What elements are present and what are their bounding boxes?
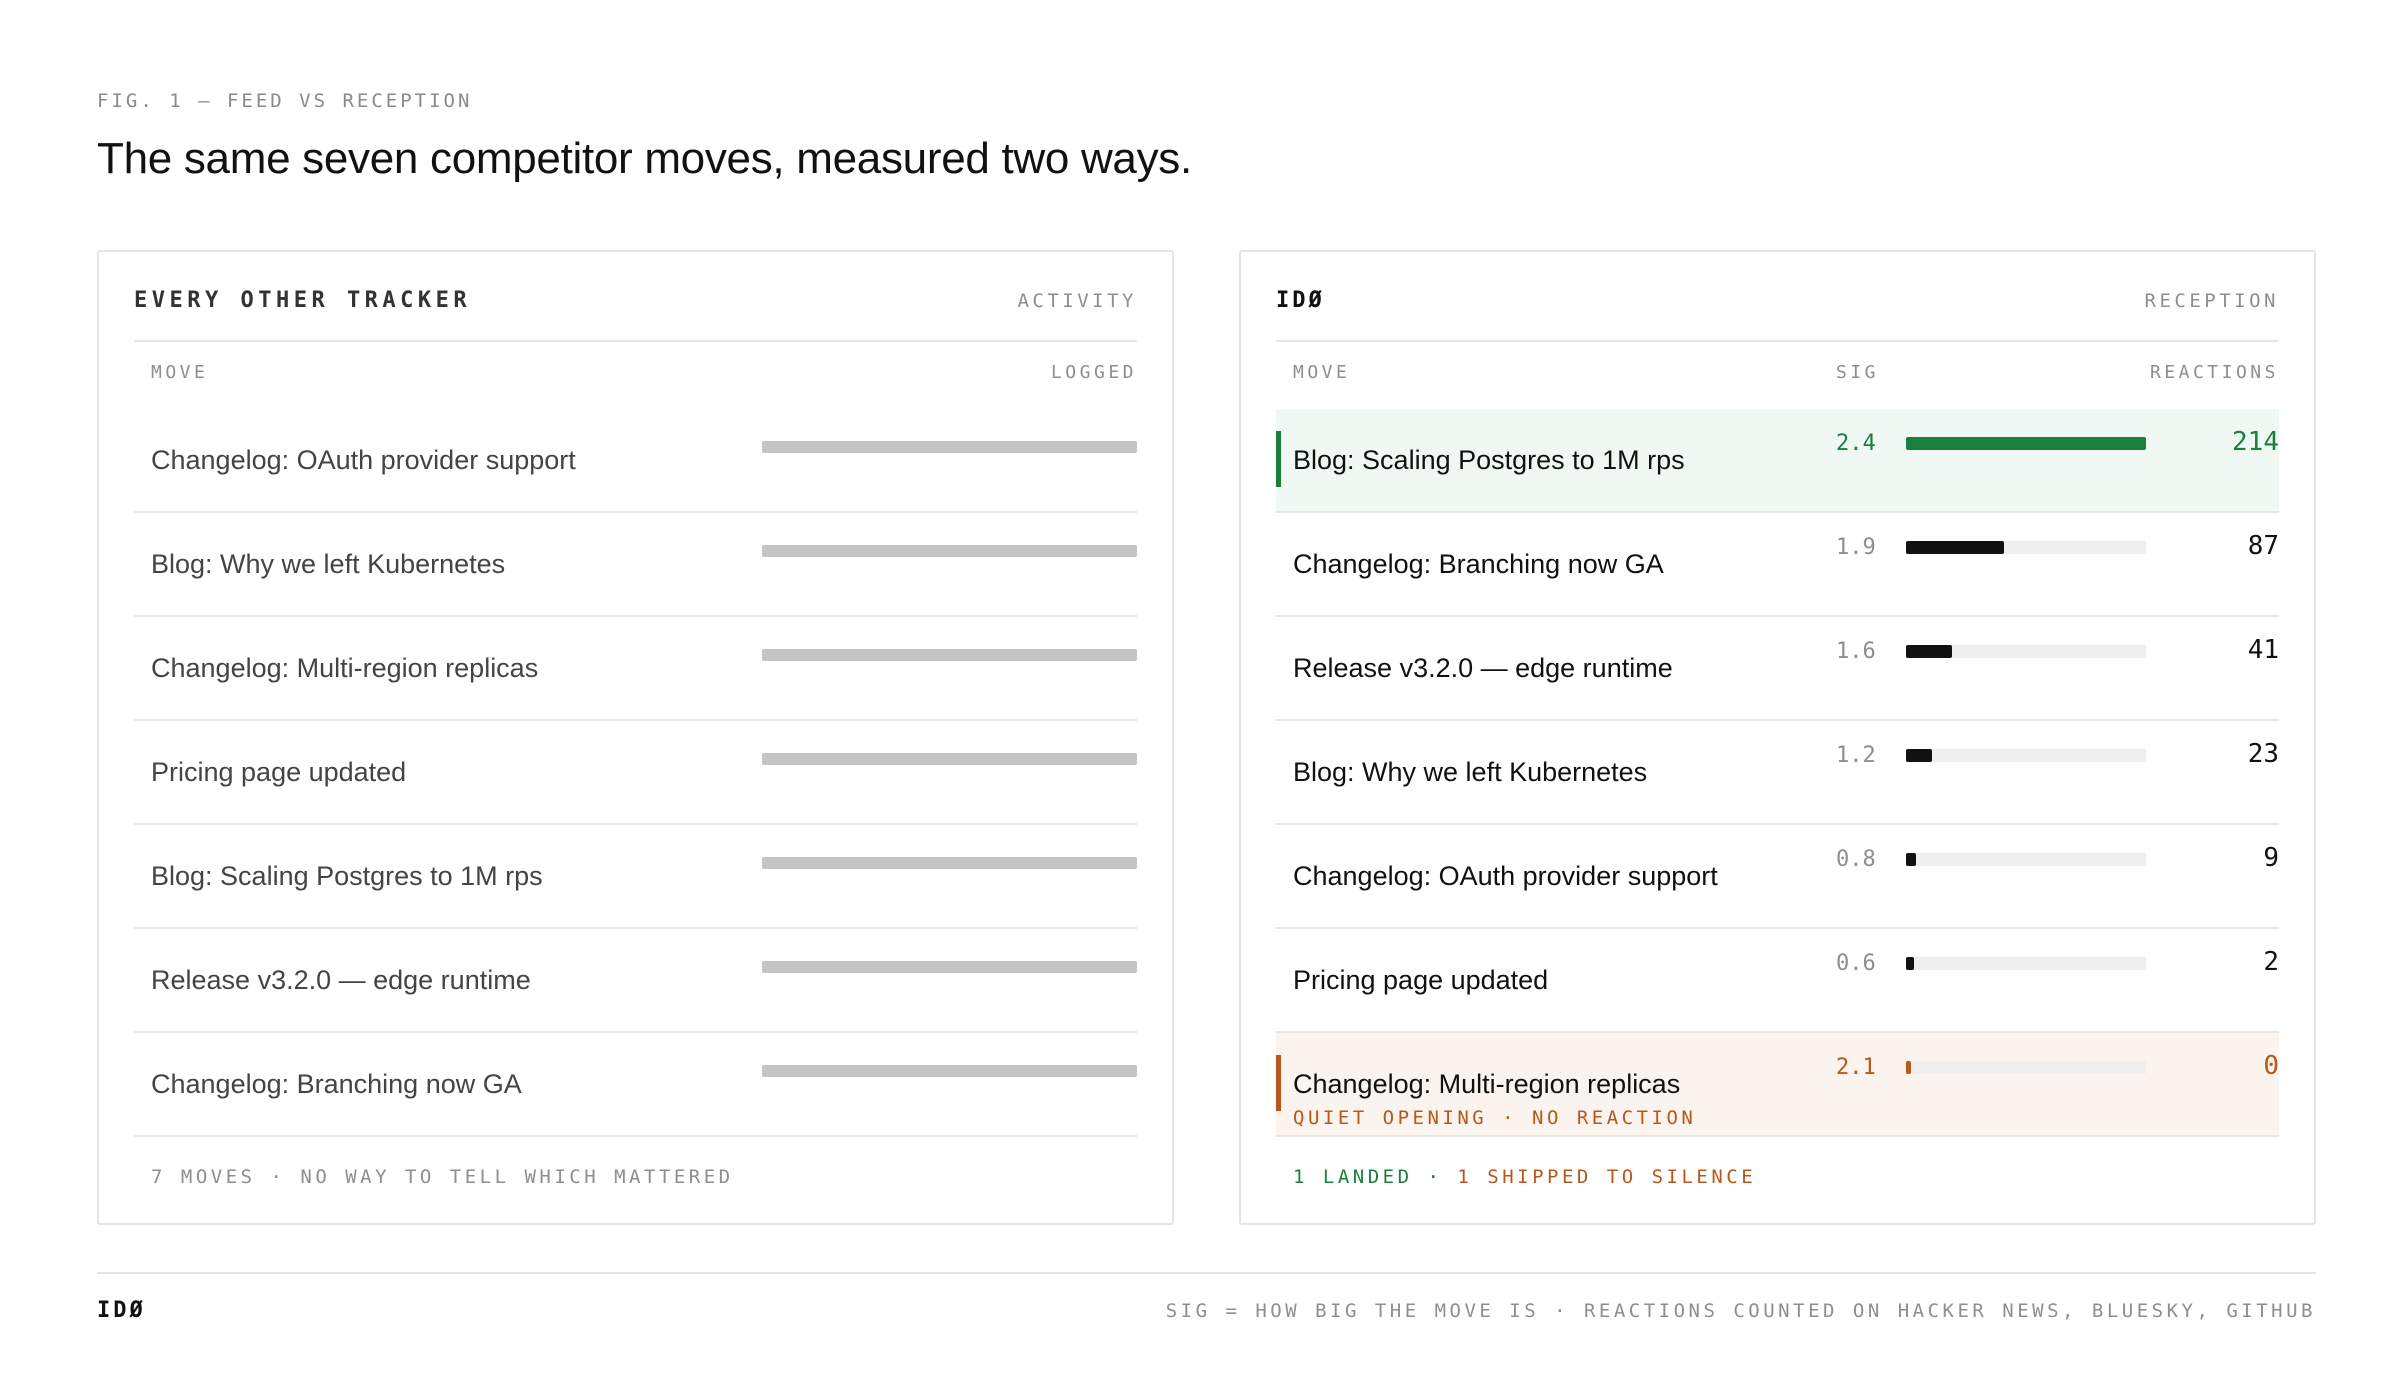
footer-brand: IDØ: [97, 1298, 146, 1323]
move-label: Changelog: Branching now GA: [1293, 549, 1664, 579]
panel-header: EVERY OTHER TRACKER ACTIVITY: [134, 252, 1137, 342]
logged-bar: [762, 649, 1137, 661]
reaction-count: 9: [2263, 843, 2279, 873]
column-header-move: MOVE: [151, 362, 209, 383]
logged-bar: [762, 441, 1137, 453]
sig-value: 1.6: [1836, 639, 1876, 664]
reaction-count: 41: [2247, 635, 2279, 665]
status-accent: [1276, 1055, 1281, 1111]
sig-value: 1.9: [1836, 535, 1876, 560]
panel-tag: ACTIVITY: [1017, 290, 1137, 312]
footer-note: SIG = HOW BIG THE MOVE IS · REACTIONS CO…: [1165, 1300, 2316, 1322]
panel-tag: RECEPTION: [2144, 290, 2279, 312]
sig-value: 0.8: [1836, 847, 1876, 872]
reaction-count: 2: [2263, 947, 2279, 977]
panel-header: IDØ RECEPTION: [1276, 252, 2279, 342]
table-row: Pricing page updated 0.6 2: [1276, 929, 2279, 1033]
move-label: Changelog: Branching now GA: [151, 1069, 522, 1099]
reaction-bar-track: [1906, 957, 2146, 970]
move-label: Changelog: Multi-region replicas: [151, 653, 539, 683]
table-row: Blog: Scaling Postgres to 1M rps: [134, 825, 1137, 929]
table-row: Changelog: OAuth provider support: [134, 409, 1137, 513]
move-label: Blog: Scaling Postgres to 1M rps: [1293, 445, 1685, 475]
move-label: Release v3.2.0 — edge runtime: [1293, 653, 1673, 683]
reaction-bar-track: [1906, 541, 2146, 554]
logged-bar: [762, 545, 1137, 557]
move-label: Blog: Scaling Postgres to 1M rps: [151, 861, 543, 891]
reaction-bar-track: [1906, 853, 2146, 866]
activity-panel: EVERY OTHER TRACKER ACTIVITY MOVE LOGGED…: [97, 250, 1174, 1225]
move-label: Blog: Why we left Kubernetes: [151, 549, 506, 579]
move-label: Blog: Why we left Kubernetes: [1293, 757, 1648, 787]
column-header-move: MOVE: [1293, 362, 1351, 383]
reaction-bar-track: [1906, 749, 2146, 762]
reaction-bar: [1906, 541, 2004, 554]
reaction-bar-track: [1906, 1061, 2146, 1074]
status-accent: [1276, 431, 1281, 487]
row-note: QUIET OPENING · NO REACTION: [1293, 1107, 1697, 1129]
reaction-count: 214: [2232, 427, 2279, 457]
reaction-count: 0: [2263, 1051, 2279, 1081]
reaction-bar: [1906, 1061, 1911, 1074]
reaction-count: 87: [2247, 531, 2279, 561]
footer-divider: [97, 1272, 2316, 1274]
panel-footer: 1 LANDED · 1 SHIPPED TO SILENCE: [1293, 1166, 1756, 1188]
move-label: Changelog: OAuth provider support: [1293, 861, 1718, 891]
sig-value: 0.6: [1836, 951, 1876, 976]
move-label: Release v3.2.0 — edge runtime: [151, 965, 531, 995]
reaction-bar: [1906, 853, 1917, 866]
logged-bar: [762, 961, 1137, 973]
reaction-bar-track: [1906, 437, 2146, 450]
table-row: Changelog: Multi-region replicas: [134, 617, 1137, 721]
table-row: Changelog: Multi-region replicas 2.1 0 QUIE…: [1276, 1033, 2279, 1137]
table-row: Changelog: Branching now GA: [134, 1033, 1137, 1137]
table-row: Blog: Why we left Kubernetes: [134, 513, 1137, 617]
silent-count: 1 SHIPPED TO SILENCE: [1457, 1166, 1757, 1188]
figure-title: The same seven competitor moves, measure…: [97, 134, 1192, 183]
sig-value: 2.4: [1836, 431, 1876, 456]
brand-title: IDØ: [1276, 288, 1325, 313]
panel-footer: 7 MOVES · NO WAY TO TELL WHICH MATTERED: [151, 1166, 734, 1188]
panel-title: EVERY OTHER TRACKER: [134, 288, 472, 313]
logged-bar: [762, 857, 1137, 869]
reaction-bar: [1906, 437, 2146, 450]
reception-list: Blog: Scaling Postgres to 1M rps 2.4 214 Ch…: [1276, 409, 2279, 1137]
reaction-bar: [1906, 957, 1915, 970]
table-row: Blog: Why we left Kubernetes 1.2 23: [1276, 721, 2279, 825]
column-header-logged: LOGGED: [1050, 362, 1137, 383]
reception-panel: IDØ RECEPTION MOVE SIG REACTIONS Blog: S…: [1239, 250, 2316, 1225]
reaction-bar: [1906, 645, 1952, 658]
column-header-reactions: REACTIONS: [2149, 362, 2279, 383]
table-row: Release v3.2.0 — edge runtime 1.6 41: [1276, 617, 2279, 721]
footer-separator: ·: [1427, 1166, 1443, 1188]
move-label: Pricing page updated: [1293, 965, 1549, 995]
sig-value: 2.1: [1836, 1055, 1876, 1080]
activity-list: Changelog: OAuth provider support Blog: W…: [134, 409, 1137, 1137]
table-row: Release v3.2.0 — edge runtime: [134, 929, 1137, 1033]
column-header-sig: SIG: [1836, 362, 1880, 383]
table-row: Changelog: Branching now GA 1.9 87: [1276, 513, 2279, 617]
reaction-bar: [1906, 749, 1932, 762]
move-label: Changelog: Multi-region replicas: [1293, 1069, 1681, 1099]
table-row: Pricing page updated: [134, 721, 1137, 825]
table-row: Blog: Scaling Postgres to 1M rps 2.4 214: [1276, 409, 2279, 513]
table-row: Changelog: OAuth provider support 0.8 9: [1276, 825, 2279, 929]
sig-value: 1.2: [1836, 743, 1876, 768]
move-label: Changelog: OAuth provider support: [151, 445, 576, 475]
figure-label: FIG. 1 — FEED VS RECEPTION: [97, 90, 473, 112]
logged-bar: [762, 1065, 1137, 1077]
reaction-count: 23: [2247, 739, 2279, 769]
reaction-bar-track: [1906, 645, 2146, 658]
move-label: Pricing page updated: [151, 757, 407, 787]
logged-bar: [762, 753, 1137, 765]
landed-count: 1 LANDED: [1293, 1166, 1413, 1188]
